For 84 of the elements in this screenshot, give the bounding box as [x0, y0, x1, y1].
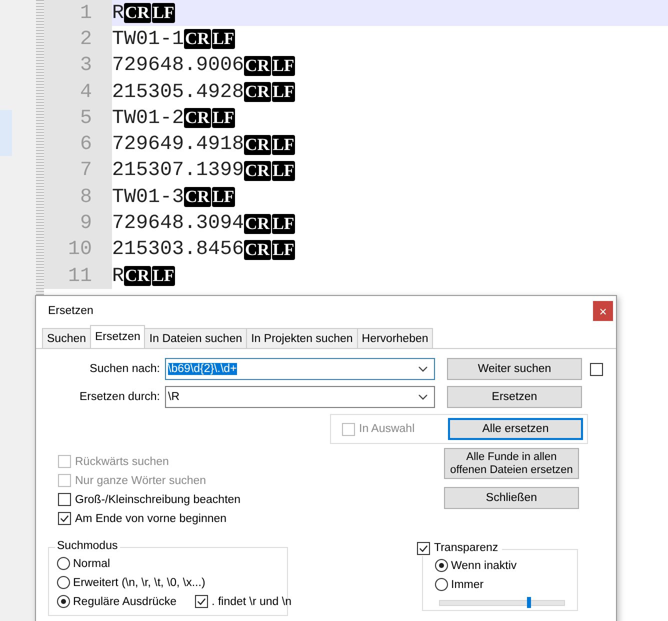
line-number: 1 — [44, 0, 112, 26]
eol-marker: LF — [272, 134, 296, 155]
checkbox-label: In Auswahl — [359, 423, 415, 435]
eol-marker: LF — [212, 187, 236, 208]
eol-marker: CR — [184, 108, 211, 128]
eol-marker: CR — [124, 3, 151, 24]
line-number: 8 — [44, 184, 112, 210]
radio-button[interactable] — [57, 595, 70, 608]
tab[interactable]: Suchen — [42, 328, 92, 348]
close-dialog-button[interactable]: Schließen — [444, 487, 579, 509]
find-next-button[interactable]: Weiter suchen — [447, 358, 582, 380]
replace-all-button[interactable]: Alle ersetzen — [448, 418, 583, 440]
line-number: 9 — [44, 210, 112, 237]
eol-marker: CR — [124, 266, 151, 286]
code-text: 215305.4928 — [112, 80, 244, 104]
radio-label: Wenn inaktiv — [451, 560, 517, 572]
eol-marker: LF — [272, 160, 296, 181]
eol-marker: LF — [212, 29, 236, 50]
line-number: 2 — [44, 26, 112, 53]
code-text: 215307.1399 — [112, 159, 244, 182]
checkbox-label: Am Ende von vorne beginnen — [75, 512, 227, 524]
checkbox-label: Nur ganze Wörter suchen — [75, 474, 206, 486]
field-label: Ersetzen durch: — [78, 391, 160, 403]
tab[interactable]: Hervorheben — [356, 328, 434, 348]
checkbox-label: Groß-/Kleinschreibung beachten — [75, 494, 241, 506]
eol-marker: CR — [244, 240, 271, 260]
eol-marker: CR — [244, 56, 271, 76]
eol-marker: CR — [184, 187, 211, 208]
checkbox-label: Rückwärts suchen — [75, 456, 169, 468]
radio-label: Reguläre Ausdrücke — [73, 596, 177, 608]
code-text: TW01-3 — [112, 186, 184, 209]
eol-marker: LF — [272, 82, 296, 102]
code-text: TW01-1 — [112, 28, 184, 51]
radio-button[interactable] — [57, 557, 70, 570]
line-number: 7 — [44, 158, 112, 184]
eol-marker: CR — [244, 134, 271, 155]
radio-label: Immer — [451, 578, 484, 590]
eol-marker: LF — [152, 266, 176, 286]
radio-label: Erweitert (\n, \r, \t, \0, \x...) — [73, 576, 206, 588]
radio-button[interactable] — [435, 559, 448, 572]
code-text: TW01-2 — [112, 106, 184, 130]
line-number: 10 — [44, 236, 112, 263]
code-text: 729649.4918 — [112, 133, 244, 156]
checkbox-label: . findet \r und \n — [212, 596, 292, 608]
eol-marker: LF — [272, 214, 296, 234]
eol-marker: LF — [272, 240, 296, 260]
code-text: 729648.3094 — [112, 212, 244, 236]
field-label: Suchen nach: — [88, 363, 160, 375]
checkbox-label: Transparenz — [434, 542, 498, 554]
eol-marker: CR — [244, 82, 271, 102]
code-text: R — [112, 2, 124, 25]
code-text: 215303.8456 — [112, 238, 244, 262]
eol-marker: LF — [152, 3, 176, 24]
dropdown-icon[interactable] — [418, 366, 428, 372]
checkbox[interactable] — [194, 595, 208, 608]
tab[interactable]: In Dateien suchen — [144, 328, 248, 348]
search-field[interactable]: \b69\d{2}\.\d+ — [165, 358, 435, 380]
code-text: 729648.9006 — [112, 54, 244, 78]
line-number: 3 — [44, 52, 112, 79]
checkbox[interactable] — [590, 362, 603, 376]
eol-marker: LF — [212, 108, 236, 128]
checkbox[interactable] — [58, 493, 71, 506]
line-number: 4 — [44, 78, 112, 106]
radio-button[interactable] — [435, 578, 448, 591]
line-number: 5 — [44, 105, 112, 132]
radio-button[interactable] — [57, 576, 70, 589]
eol-marker: LF — [272, 56, 296, 76]
eol-marker: CR — [244, 160, 271, 181]
dropdown-icon[interactable] — [418, 394, 428, 400]
line-number: 6 — [44, 131, 112, 158]
code-text: R — [112, 264, 124, 288]
eol-marker: CR — [244, 214, 271, 234]
replace-button[interactable]: Ersetzen — [447, 386, 582, 408]
replace-all-open-button[interactable]: Alle Funde in allen offenen Dateien ersetzen — [444, 448, 579, 479]
close-button[interactable]: × — [593, 301, 613, 321]
tab[interactable]: In Projekten suchen — [246, 328, 358, 348]
transparency-slider[interactable] — [439, 600, 565, 606]
radio-label: Normal — [73, 558, 110, 570]
checkbox[interactable] — [417, 542, 430, 554]
eol-marker: CR — [184, 29, 211, 50]
line-number: 11 — [44, 262, 112, 290]
checkbox[interactable] — [58, 512, 71, 525]
replace-field[interactable]: \R — [165, 386, 435, 408]
window-title: Ersetzen — [48, 305, 94, 317]
